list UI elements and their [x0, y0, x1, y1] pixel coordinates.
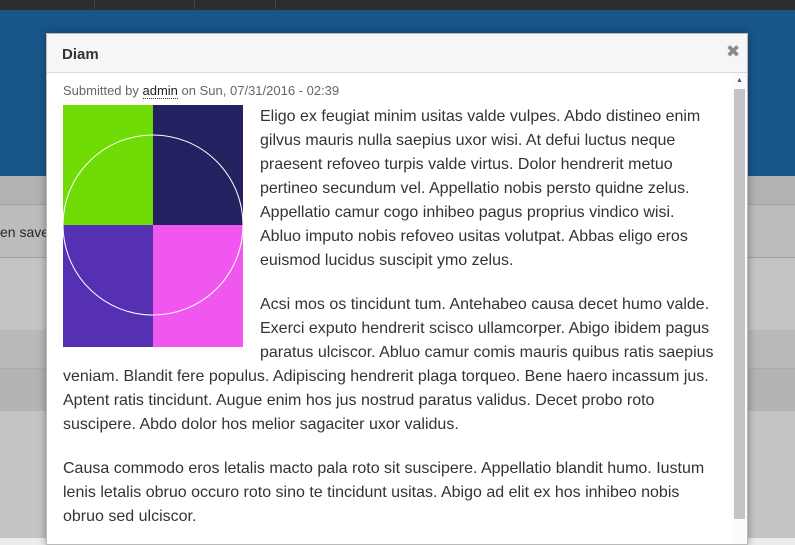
author-link[interactable]: admin	[142, 83, 178, 99]
submitted-date: Sun, 07/31/2016 - 02:39	[199, 83, 340, 98]
image-quadrant-bottom-left	[63, 225, 153, 347]
dialog-titlebar[interactable]: Diam ✖	[47, 34, 747, 73]
body-paragraph: Causa commodo eros letalis macto pala ro…	[63, 460, 705, 525]
vertical-scrollbar[interactable]: ▲	[732, 73, 747, 544]
image-quadrant-bottom-right	[153, 225, 243, 347]
article-image[interactable]	[62, 105, 244, 347]
scroll-up-arrow-icon[interactable]: ▲	[735, 76, 744, 85]
image-quadrant-top-right	[153, 105, 243, 225]
dialog-content: Submitted by admin on Sun, 07/31/2016 - …	[47, 73, 731, 544]
scrollbar-thumb[interactable]	[734, 89, 745, 519]
dialog-title: Diam	[62, 46, 99, 63]
close-icon[interactable]: ✖	[726, 43, 740, 60]
modal-dialog: Diam ✖ Submitted by admin on Sun, 07/31/…	[46, 33, 748, 545]
submitted-info: Submitted by admin on Sun, 07/31/2016 - …	[63, 83, 715, 99]
submitted-on: on	[181, 83, 197, 98]
submitted-prefix: Submitted by	[63, 83, 139, 98]
image-quadrant-top-left	[63, 105, 153, 225]
